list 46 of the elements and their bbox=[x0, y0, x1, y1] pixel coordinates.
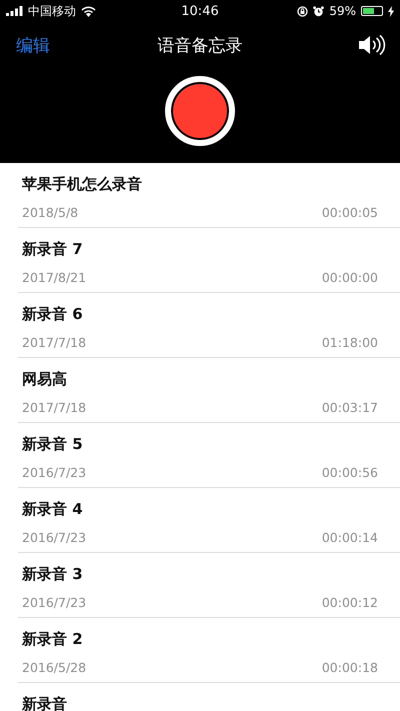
recording-item[interactable]: 新录音 7 2017/8/21 00:00:00 bbox=[18, 228, 400, 293]
recording-duration: 00:00:05 bbox=[322, 205, 378, 220]
nav-title: 语音备忘录 bbox=[156, 34, 244, 56]
battery-icon bbox=[361, 6, 383, 16]
recording-title: 新录音 2 bbox=[22, 630, 84, 650]
recording-duration: 00:03:17 bbox=[322, 400, 378, 415]
recording-duration: 00:00:18 bbox=[322, 660, 378, 675]
recording-item[interactable]: 新录音 bbox=[18, 683, 400, 711]
signal-icon bbox=[6, 6, 23, 16]
battery-percent: 59% bbox=[329, 4, 356, 18]
speaker-icon[interactable] bbox=[358, 34, 386, 56]
recording-date: 2016/7/23 bbox=[22, 465, 86, 480]
recording-title: 新录音 4 bbox=[22, 500, 84, 520]
recording-item[interactable]: 新录音 5 2016/7/23 00:00:56 bbox=[18, 423, 400, 488]
carrier-name: 中国移动 bbox=[28, 2, 76, 20]
rotation-lock-icon bbox=[297, 6, 308, 16]
edit-button[interactable]: 编辑 bbox=[16, 34, 50, 56]
recording-item[interactable]: 新录音 4 2016/7/23 00:00:14 bbox=[18, 488, 400, 553]
recording-date: 2017/7/18 bbox=[22, 400, 86, 415]
alarm-icon bbox=[313, 6, 324, 16]
recording-date: 2016/7/23 bbox=[22, 530, 86, 545]
recording-duration: 00:00:12 bbox=[322, 595, 378, 610]
recording-title: 新录音 6 bbox=[22, 305, 84, 325]
charging-icon bbox=[388, 6, 394, 16]
wifi-icon bbox=[81, 6, 96, 16]
recording-date: 2017/7/18 bbox=[22, 335, 86, 350]
recording-item[interactable]: 网易高 2017/7/18 00:03:17 bbox=[18, 358, 400, 423]
recording-title: 新录音 5 bbox=[22, 435, 84, 455]
recording-title: 网易高 bbox=[22, 370, 68, 390]
recording-title: 苹果手机怎么录音 bbox=[22, 175, 143, 195]
recording-duration: 00:00:56 bbox=[322, 465, 378, 480]
recording-date: 2016/5/28 bbox=[22, 660, 86, 675]
status-time: 10:46 bbox=[180, 4, 220, 18]
recording-title: 新录音 3 bbox=[22, 565, 84, 585]
recording-title: 新录音 bbox=[22, 695, 68, 711]
recording-item[interactable]: 新录音 3 2016/7/23 00:00:12 bbox=[18, 553, 400, 618]
recording-item[interactable]: 新录音 6 2017/7/18 01:18:00 bbox=[18, 293, 400, 358]
recording-duration: 00:00:00 bbox=[322, 270, 378, 285]
recording-title: 新录音 7 bbox=[22, 240, 84, 260]
recording-duration: 00:00:14 bbox=[322, 530, 378, 545]
recording-item[interactable]: 苹果手机怎么录音 2018/5/8 00:00:05 bbox=[18, 163, 400, 228]
recording-duration: 01:18:00 bbox=[322, 335, 378, 350]
recording-date: 2017/8/21 bbox=[22, 270, 86, 285]
recording-date: 2018/5/8 bbox=[22, 205, 78, 220]
recording-date: 2016/7/23 bbox=[22, 595, 86, 610]
recording-item[interactable]: 新录音 2 2016/5/28 00:00:18 bbox=[18, 618, 400, 683]
